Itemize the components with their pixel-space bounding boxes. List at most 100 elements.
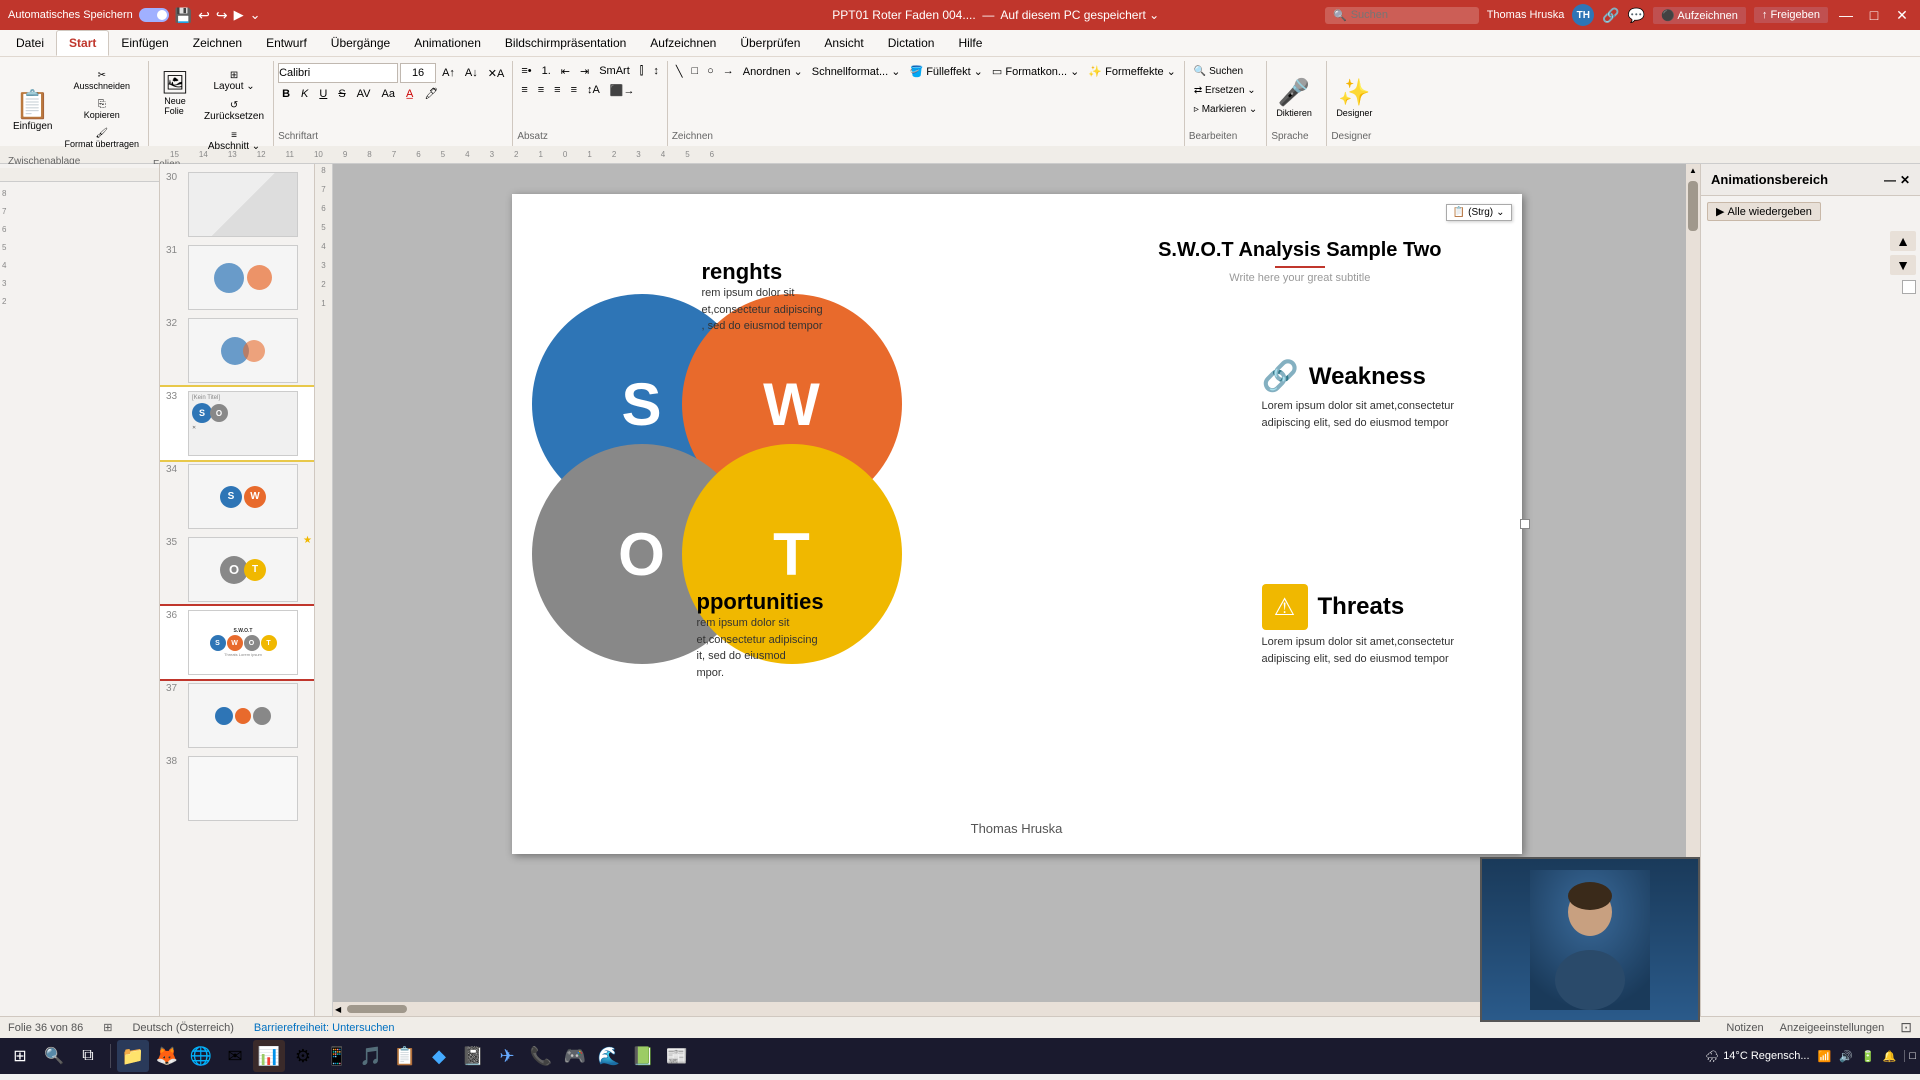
slide-thumb-30[interactable]: 30 [160, 168, 314, 241]
firefox-btn[interactable]: 🦊 [151, 1040, 183, 1072]
auto-save-toggle[interactable] [139, 8, 169, 22]
justify-btn[interactable]: ≡ [567, 82, 581, 99]
reset-btn[interactable]: ↺ Zurücksetzen [199, 97, 269, 125]
shape-arrow-btn[interactable]: → [719, 63, 738, 80]
start-btn[interactable]: ⊞ [4, 1040, 36, 1072]
tab-einfuegen[interactable]: Einfügen [109, 31, 180, 55]
list-numbers-btn[interactable]: 1. [538, 63, 555, 80]
slide-thumb-36[interactable]: 36 S.W.O.T S W O T Threats Lorem ipsum [160, 606, 314, 679]
shape-rect-btn[interactable]: □ [687, 63, 702, 80]
settings-btn[interactable]: ⚙ [287, 1040, 319, 1072]
more-icon[interactable]: ⌄ [250, 7, 261, 23]
save-icon[interactable]: 💾 [175, 7, 192, 24]
excel-btn[interactable]: 📗 [627, 1040, 659, 1072]
tab-entwurf[interactable]: Entwurf [254, 31, 319, 55]
share-icon[interactable]: 🔗 [1602, 7, 1619, 24]
outline-btn[interactable]: ▭ Formatkon... ⌄ [988, 63, 1083, 80]
search-taskbar-btn[interactable]: 🔍 [38, 1040, 70, 1072]
underline-btn[interactable]: U [315, 86, 331, 102]
redo-icon[interactable]: ↪ [216, 7, 228, 24]
paste-btn[interactable]: 📋 Einfügen [8, 63, 57, 156]
tab-ansicht[interactable]: Ansicht [812, 31, 875, 55]
designer-btn[interactable]: ✨ Designer [1331, 67, 1377, 127]
italic-btn[interactable]: K [297, 86, 312, 102]
powerpoint-btn[interactable]: 📊 [253, 1040, 285, 1072]
effects-btn[interactable]: ✨ Formeffekte ⌄ [1084, 63, 1180, 80]
list-bullets-btn[interactable]: ≡• [517, 63, 535, 80]
blue-app-btn[interactable]: ◆ [423, 1040, 455, 1072]
slide-thumb-33[interactable]: 33 [Kein Titel] S O ✕ [160, 387, 314, 460]
tab-ueberpruefen[interactable]: Überprüfen [728, 31, 812, 55]
record-btn[interactable]: ⚫ Aufzeichnen [1653, 7, 1746, 24]
tab-bildschirm[interactable]: Bildschirmpräsentation [493, 31, 638, 55]
quick-styles-btn[interactable]: Schnellformat... ⌄ [808, 63, 905, 80]
dictate-btn[interactable]: 🎤 Diktieren [1271, 67, 1317, 127]
font-shrink-btn[interactable]: A↓ [461, 65, 482, 81]
font-color-btn[interactable]: A̲ [402, 86, 417, 102]
extra-btn[interactable]: 📰 [661, 1040, 693, 1072]
increase-indent-btn[interactable]: ⇥ [576, 63, 593, 80]
slide-main-canvas[interactable]: 📋 (Strg) ⌄ S W O T renghts rem ipsum dol… [512, 194, 1522, 854]
checkbox-empty[interactable] [1902, 280, 1916, 294]
bold-btn[interactable]: B [278, 86, 294, 102]
close-btn[interactable]: ✕ [1892, 5, 1912, 25]
slide-thumb-37[interactable]: 37 [160, 679, 314, 752]
edge-btn[interactable]: 🌊 [593, 1040, 625, 1072]
slide-thumb-38[interactable]: 38 [160, 752, 314, 825]
align-left-btn[interactable]: ≡ [517, 82, 531, 99]
tab-animationen[interactable]: Animationen [402, 31, 493, 55]
copy-btn[interactable]: ⎘Kopieren [59, 96, 144, 123]
font-grow-btn[interactable]: A↑ [438, 65, 459, 81]
tab-start[interactable]: Start [56, 30, 109, 56]
paste-tooltip[interactable]: 📋 (Strg) ⌄ [1446, 204, 1512, 221]
phone-btn[interactable]: 📱 [321, 1040, 353, 1072]
fit-slide-btn[interactable]: ⊡ [1900, 1019, 1912, 1036]
slide-thumb-32[interactable]: 32 [160, 314, 314, 387]
network-icon[interactable]: 📶 [1818, 1050, 1832, 1063]
display-settings-btn[interactable]: Anzeigeeinstellungen [1780, 1022, 1885, 1034]
game-btn[interactable]: 🎮 [559, 1040, 591, 1072]
columns-btn[interactable]: ⫿ [636, 63, 648, 80]
search-input[interactable] [1351, 9, 1471, 21]
h-scrollbar-thumb[interactable] [347, 1005, 407, 1013]
font-size-input[interactable] [400, 63, 436, 83]
char-spacing-btn[interactable]: AV [353, 86, 375, 102]
text-direction-btn[interactable]: ↕A [583, 82, 604, 99]
shape-line-btn[interactable]: ╲ [672, 63, 687, 80]
tab-aufzeichnen[interactable]: Aufzeichnen [638, 31, 728, 55]
skype-btn[interactable]: 📞 [525, 1040, 557, 1072]
format-copy-btn[interactable]: 🖌Format übertragen [59, 125, 144, 152]
taskview-btn[interactable]: ⧉ [72, 1040, 104, 1072]
anim-close-btn[interactable]: ✕ [1900, 173, 1910, 187]
show-desktop-btn[interactable]: □ [1904, 1050, 1916, 1062]
teams-btn[interactable]: ✈ [491, 1040, 523, 1072]
notes-btn[interactable]: Notizen [1726, 1022, 1763, 1034]
save-status-dropdown[interactable]: ⌄ [1149, 8, 1159, 22]
tab-dictation[interactable]: Dictation [876, 31, 947, 55]
slide-select-checkbox[interactable] [1902, 280, 1916, 294]
comments-icon[interactable]: 💬 [1628, 7, 1645, 24]
slide-thumb-31[interactable]: 31 [160, 241, 314, 314]
music-btn[interactable]: 🎵 [355, 1040, 387, 1072]
mail-btn[interactable]: ✉ [219, 1040, 251, 1072]
find-btn[interactable]: 🔍 Suchen [1189, 63, 1248, 80]
file-explorer-btn[interactable]: 📁 [117, 1040, 149, 1072]
highlight-btn[interactable]: 🖊 [420, 85, 442, 102]
undo-icon[interactable]: ↩ [198, 7, 210, 24]
maximize-btn[interactable]: □ [1864, 5, 1884, 25]
strikethrough-btn[interactable]: S [334, 86, 349, 102]
anim-collapse-btn[interactable]: — [1884, 173, 1896, 187]
notification-icon[interactable]: 🔔 [1883, 1050, 1897, 1063]
replace-btn[interactable]: ⇄ Ersetzen ⌄ [1189, 82, 1261, 99]
shape-circle-btn[interactable]: ○ [703, 63, 718, 80]
anim-up-btn[interactable]: ▲ [1890, 231, 1916, 251]
layout-btn[interactable]: ⊞ Layout ⌄ [199, 67, 269, 95]
line-spacing-btn[interactable]: ↕ [649, 63, 663, 80]
play-all-btn[interactable]: ▶ Alle wiedergeben [1707, 202, 1821, 221]
clipboard-taskbar-btn[interactable]: 📋 [389, 1040, 421, 1072]
font-family-input[interactable] [278, 63, 398, 83]
align-right-btn[interactable]: ≡ [550, 82, 564, 99]
smartart-btn[interactable]: SmArt [595, 63, 634, 80]
accessibility-label[interactable]: Barrierefreiheit: Untersuchen [254, 1022, 395, 1034]
arrange-btn[interactable]: Anordnen ⌄ [739, 63, 807, 80]
